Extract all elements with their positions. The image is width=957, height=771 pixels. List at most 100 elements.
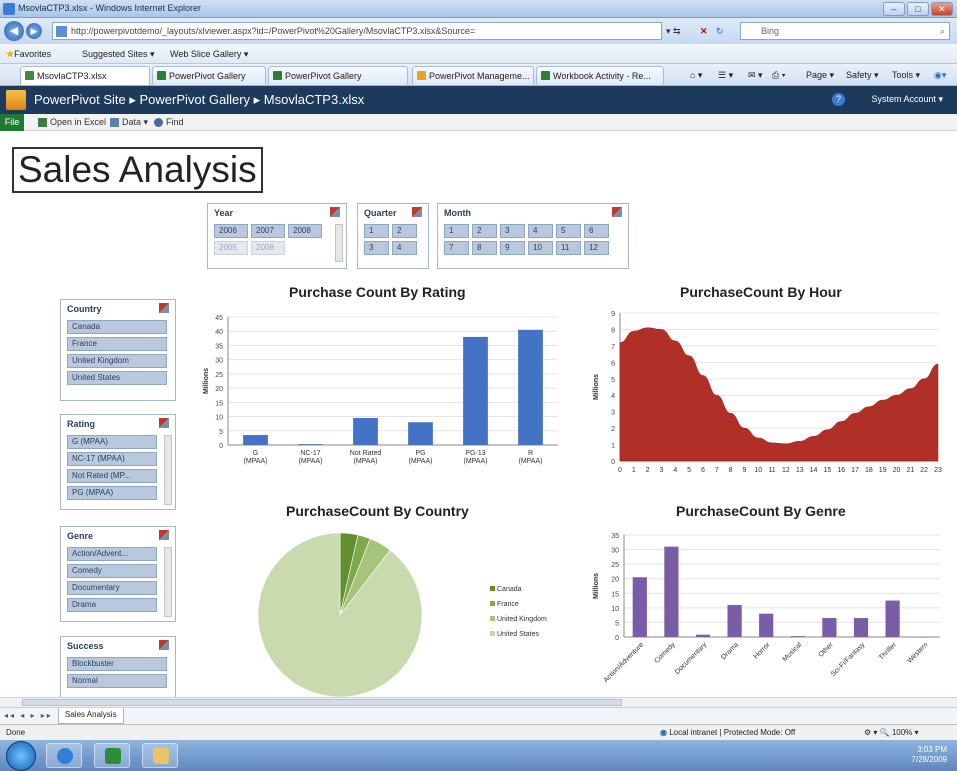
slicer-item[interactable]: Not Rated (MP... xyxy=(67,469,157,483)
slicer-item[interactable]: 2 xyxy=(392,224,417,238)
scroll-thumb[interactable] xyxy=(22,699,622,706)
slicer-item[interactable]: 4 xyxy=(392,241,417,255)
slicer-item[interactable]: 2008 xyxy=(288,224,322,238)
slicer-item[interactable]: 2006 xyxy=(214,224,248,238)
y-tick-label: 35 xyxy=(215,343,223,350)
url-field[interactable]: http://powerpivotdemo/_layouts/xlviewer.… xyxy=(52,22,662,40)
slicer-item[interactable]: 12 xyxy=(584,241,609,255)
slicer-item[interactable]: Canada xyxy=(67,320,167,334)
tools-menu[interactable]: Tools ▾ xyxy=(892,66,920,85)
clear-filter-icon[interactable] xyxy=(159,303,169,313)
clear-filter-icon[interactable] xyxy=(612,207,622,217)
horizontal-scrollbar[interactable] xyxy=(0,697,957,707)
file-button[interactable]: File xyxy=(0,114,24,131)
slicer-item[interactable]: 1 xyxy=(364,224,389,238)
start-button[interactable] xyxy=(6,741,36,771)
slicer-item[interactable]: France xyxy=(67,337,167,351)
slicer-item[interactable]: 3 xyxy=(500,224,525,238)
search-input[interactable]: Bing ⌕ xyxy=(740,22,950,40)
clear-filter-icon[interactable] xyxy=(159,640,169,650)
slicer-item[interactable]: United Kingdom xyxy=(67,354,167,368)
slicer-item[interactable]: Comedy xyxy=(67,564,157,578)
slicer-scrollbar[interactable] xyxy=(335,224,343,262)
minimize-button[interactable]: – xyxy=(883,2,905,16)
slicer-item[interactable]: 2005 xyxy=(214,241,248,255)
slicer-item[interactable]: 5 xyxy=(556,224,581,238)
slicer-item[interactable]: PG (MPAA) xyxy=(67,486,157,500)
taskbar-explorer[interactable] xyxy=(142,743,178,768)
compat-icon[interactable]: ▾ ⇆ xyxy=(666,23,681,39)
slicer-scrollbar[interactable] xyxy=(164,435,172,505)
tab-management[interactable]: PowerPivot Manageme... xyxy=(412,66,534,85)
tab-gallery-1[interactable]: PowerPivot Gallery xyxy=(152,66,266,85)
slicer-item[interactable]: Documentary xyxy=(67,581,157,595)
stop-icon[interactable]: ✕ xyxy=(700,23,708,39)
slicer-scrollbar[interactable] xyxy=(164,547,172,617)
favorites-item-webslice[interactable]: Web Slice Gallery ▾ xyxy=(170,44,248,64)
tab-workbook-activity[interactable]: Workbook Activity - Re... xyxy=(536,66,664,85)
slicer-item[interactable]: Blockbuster xyxy=(67,657,167,671)
slicer-item[interactable]: Drama xyxy=(67,598,157,612)
home-icon[interactable]: ⌂ ▾ xyxy=(690,66,702,85)
slicer-item[interactable]: 10 xyxy=(528,241,553,255)
slicer-item[interactable]: 1 xyxy=(444,224,469,238)
slicer-header: Quarter xyxy=(364,208,397,218)
slicer-item[interactable]: 7 xyxy=(444,241,469,255)
y-tick-label: 25 xyxy=(215,372,223,379)
slicer-item[interactable]: 2007 xyxy=(251,224,285,238)
slicer-item[interactable]: 3 xyxy=(364,241,389,255)
maximize-button[interactable]: □ xyxy=(907,2,929,16)
slicer-header: Rating xyxy=(67,419,95,429)
close-button[interactable]: ✕ xyxy=(931,2,953,16)
slicer-item[interactable]: Action/Advent... xyxy=(67,547,157,561)
clear-filter-icon[interactable] xyxy=(330,207,340,217)
breadcrumb[interactable]: PowerPivot Site ▸ PowerPivot Gallery ▸ M… xyxy=(34,92,364,108)
data-button[interactable]: Data ▾ xyxy=(110,114,148,131)
clear-filter-icon[interactable] xyxy=(159,530,169,540)
back-button[interactable]: ◀ xyxy=(4,21,24,41)
open-in-excel-button[interactable]: Open in Excel xyxy=(38,114,106,131)
slicer-item[interactable]: Normal xyxy=(67,674,167,688)
slicer-item[interactable]: G (MPAA) xyxy=(67,435,157,449)
find-label: Find xyxy=(166,117,184,127)
slicer-item[interactable]: 2009 xyxy=(251,241,285,255)
feeds-icon[interactable]: ☰ ▾ xyxy=(718,66,733,85)
sheet-tab-sales-analysis[interactable]: Sales Analysis xyxy=(58,708,124,724)
refresh-icon[interactable]: ↻ xyxy=(716,23,724,39)
x-tick-label: 13 xyxy=(796,467,804,474)
help-menu-icon[interactable]: ◉▾ xyxy=(934,66,946,85)
search-icon[interactable]: ⌕ xyxy=(940,23,945,39)
mail-icon[interactable]: ✉ ▾ xyxy=(748,66,763,85)
sharepoint-logo[interactable] xyxy=(6,90,26,110)
tab-gallery-2[interactable]: PowerPivot Gallery xyxy=(268,66,408,85)
slicer-item[interactable]: 9 xyxy=(500,241,525,255)
taskbar-excel[interactable] xyxy=(94,743,130,768)
sheet-nav-arrows[interactable]: ◂◂ ◂ ▸ ▸▸ xyxy=(4,711,53,720)
forward-button[interactable]: ▶ xyxy=(26,23,42,39)
zoom-control[interactable]: ⚙ ▾ 🔍 100% ▾ xyxy=(864,725,919,741)
bar xyxy=(632,577,647,637)
system-clock[interactable]: 3:03 PM 7/28/2009 xyxy=(911,745,947,765)
slicer-item[interactable]: 4 xyxy=(528,224,553,238)
slicer-item[interactable]: 6 xyxy=(584,224,609,238)
clear-filter-icon[interactable] xyxy=(159,418,169,428)
clear-filter-icon[interactable] xyxy=(412,207,422,217)
favorites-button[interactable]: ★ Favorites xyxy=(6,44,51,64)
sharepoint-header: PowerPivot Site ▸ PowerPivot Gallery ▸ M… xyxy=(0,86,957,114)
favorites-item-suggested[interactable]: Suggested Sites ▾ xyxy=(82,44,155,64)
x-tick-label: 14 xyxy=(810,467,818,474)
slicer-item[interactable]: NC-17 (MPAA) xyxy=(67,452,157,466)
y-tick-label: 45 xyxy=(215,315,223,322)
slicer-item[interactable]: United States xyxy=(67,371,167,385)
slicer-item[interactable]: 2 xyxy=(472,224,497,238)
find-button[interactable]: Find xyxy=(154,114,184,131)
help-icon[interactable]: ? xyxy=(832,93,845,106)
safety-menu[interactable]: Safety ▾ xyxy=(846,66,879,85)
slicer-item[interactable]: 11 xyxy=(556,241,581,255)
user-menu[interactable]: System Account ▾ xyxy=(871,94,943,105)
taskbar-ie[interactable] xyxy=(46,743,82,768)
print-icon[interactable]: ⎙ ▾ xyxy=(772,66,785,85)
slicer-item[interactable]: 8 xyxy=(472,241,497,255)
tab-msovla[interactable]: MsovlaCTP3.xlsx xyxy=(20,66,150,85)
page-menu[interactable]: Page ▾ xyxy=(806,66,834,85)
